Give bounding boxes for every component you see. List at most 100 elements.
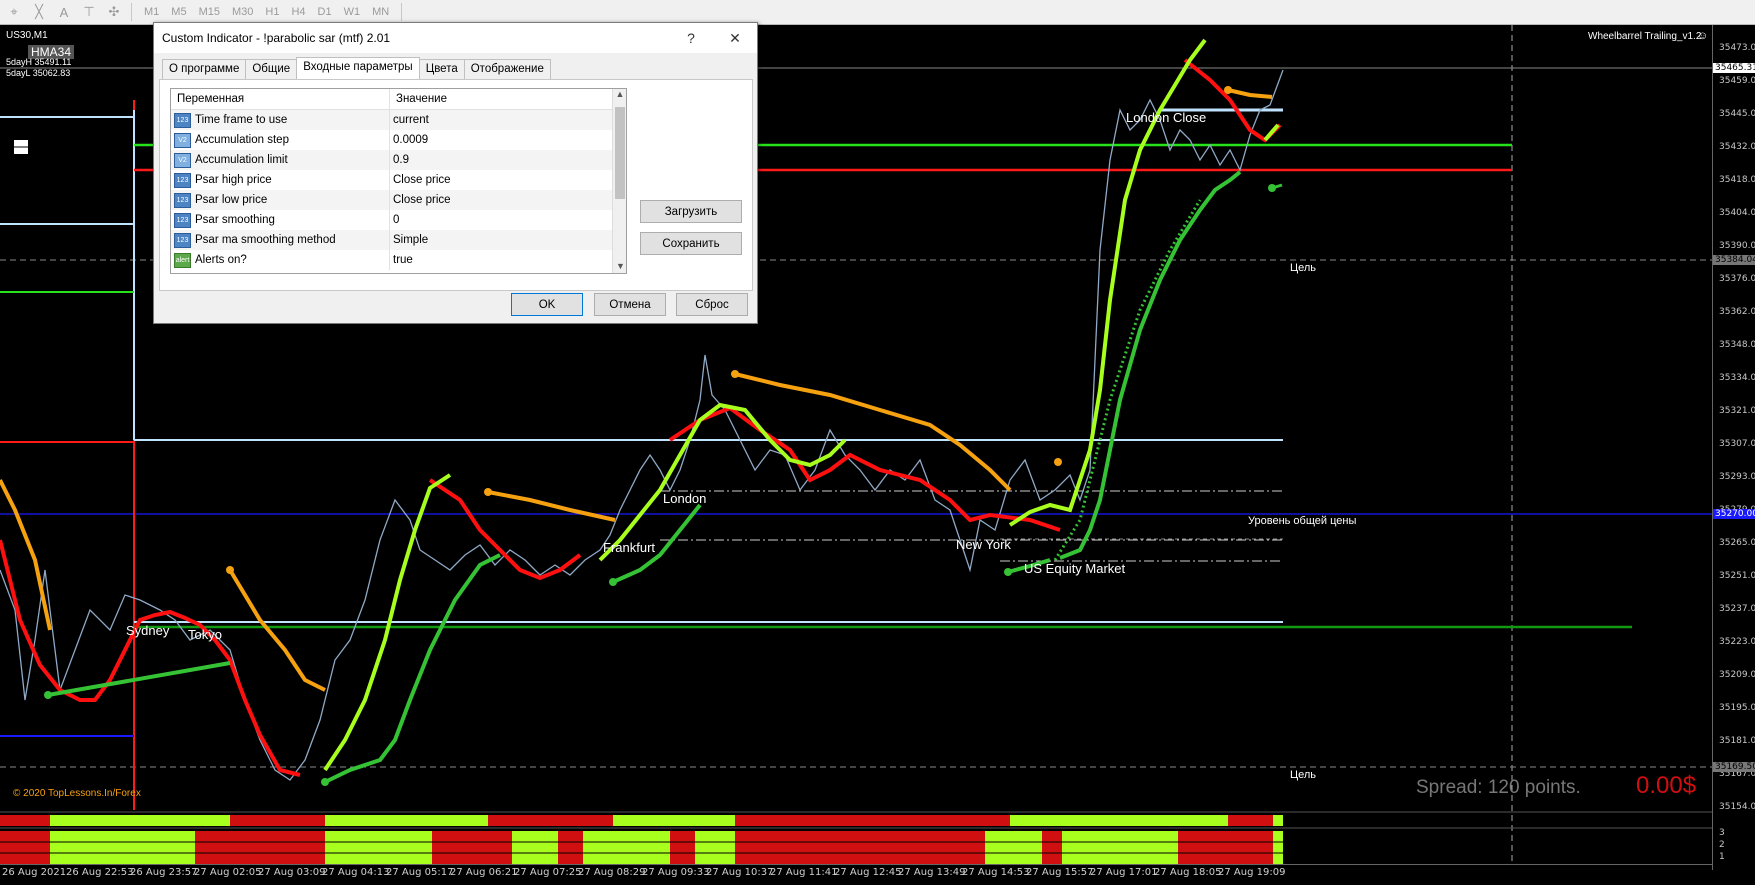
label-icon[interactable]: ⊤	[78, 3, 100, 21]
price-tick: 35418.00	[1719, 175, 1755, 185]
time-tick: 27 Aug 04:13	[322, 867, 390, 878]
time-tick: 27 Aug 03:09	[258, 867, 326, 878]
dialog-titlebar[interactable]: Custom Indicator - !parabolic sar (mtf) …	[154, 23, 757, 53]
price-tick: 35459.00	[1719, 76, 1755, 86]
cursor-icon[interactable]: ⌖	[3, 3, 25, 21]
param-value[interactable]: Close price	[390, 194, 451, 206]
scroll-down-icon[interactable]: ▼	[616, 261, 625, 271]
double-icon: V2	[174, 132, 191, 148]
session-sydney: Sydney	[126, 623, 170, 638]
close-button[interactable]: ✕	[713, 30, 757, 47]
cancel-button[interactable]: Отмена	[594, 293, 666, 316]
table-row[interactable]: V2 Accumulation step 0.0009	[171, 130, 626, 150]
param-name: Accumulation step	[195, 134, 289, 146]
tf-h1[interactable]: H1	[265, 6, 279, 18]
ok-button[interactable]: OK	[511, 293, 583, 316]
param-name: Psar smoothing	[195, 214, 275, 226]
tab-about[interactable]: О программе	[162, 59, 247, 79]
shapes-icon[interactable]: ✣	[103, 3, 125, 21]
session-us-equity: US Equity Market	[1024, 561, 1126, 576]
smiley-icon: ☺	[1697, 30, 1709, 42]
param-value[interactable]: true	[390, 254, 413, 266]
session-new-york: New York	[956, 537, 1011, 552]
tab-visualization[interactable]: Отображение	[463, 59, 551, 79]
time-tick: 27 Aug 17:01	[1090, 867, 1158, 878]
price-tick: 35293.00	[1719, 472, 1755, 482]
tf-m30[interactable]: M30	[232, 6, 253, 18]
price-tick: 35321.00	[1719, 406, 1755, 416]
tf-w1[interactable]: W1	[344, 6, 361, 18]
column-value[interactable]: Значение	[390, 89, 453, 109]
param-name: Psar high price	[195, 174, 272, 186]
time-tick: 27 Aug 09:33	[642, 867, 710, 878]
level-price-tag: 35270.00	[1713, 509, 1755, 519]
tf-mn[interactable]: MN	[372, 6, 389, 18]
reset-button[interactable]: Сброс	[676, 293, 748, 316]
table-row[interactable]: alert Alerts on? true	[171, 250, 626, 270]
time-tick: 26 Aug 2021	[2, 867, 67, 878]
param-value[interactable]: 0.0009	[390, 134, 428, 146]
price-tick: 35195.00	[1719, 703, 1755, 713]
time-tick: 27 Aug 12:45	[834, 867, 902, 878]
subwindow-scale: 1	[1719, 852, 1725, 862]
price-tick: 35445.00	[1719, 109, 1755, 119]
orange-psar-curve	[0, 479, 52, 631]
general-level-label: Уровень общей цены	[1248, 515, 1357, 527]
param-value[interactable]: 0	[390, 214, 399, 226]
session-tokyo: Tokyo	[188, 627, 222, 642]
table-row[interactable]: 123 Psar low price Close price	[171, 190, 626, 210]
table-scrollbar[interactable]: ▲ ▼	[612, 89, 626, 273]
table-body: 123 Time frame to use current V2 Accumulati…	[171, 110, 626, 270]
param-value[interactable]: 0.9	[390, 154, 409, 166]
save-button[interactable]: Сохранить	[640, 232, 742, 255]
tab-common[interactable]: Общие	[245, 59, 298, 79]
separator	[401, 3, 403, 21]
tf-m5[interactable]: M5	[171, 6, 186, 18]
inputs-panel: Переменная Значение 123 Time frame to use…	[159, 79, 753, 291]
spread-label: Spread: 120 points.	[1416, 777, 1581, 798]
tf-m15[interactable]: M15	[199, 6, 220, 18]
scroll-thumb[interactable]	[615, 107, 625, 199]
help-button[interactable]: ?	[669, 30, 713, 46]
session-london-close: London Close	[1126, 110, 1207, 125]
tf-d1[interactable]: D1	[318, 6, 332, 18]
time-tick: 27 Aug 08:29	[578, 867, 646, 878]
integer-icon: 123	[174, 112, 191, 128]
time-tick: 27 Aug 06:21	[450, 867, 518, 878]
time-tick: 27 Aug 05:17	[386, 867, 454, 878]
table-row[interactable]: 123 Psar ma smoothing method Simple	[171, 230, 626, 250]
price-tick: 35376.00	[1719, 274, 1755, 284]
crosshair-icon[interactable]: ╳	[28, 3, 50, 21]
price-tick: 35473.00	[1719, 43, 1755, 53]
table-row[interactable]: 123 Psar high price Close price	[171, 170, 626, 190]
separator	[131, 3, 132, 21]
time-tick: 27 Aug 14:53	[962, 867, 1030, 878]
double-icon: V2	[174, 152, 191, 168]
scroll-up-icon[interactable]: ▲	[613, 89, 626, 99]
param-name: Psar ma smoothing method	[195, 234, 336, 246]
price-tick: 35181.00	[1719, 736, 1755, 746]
green-psar-curve	[47, 661, 231, 697]
column-variable[interactable]: Переменная	[171, 89, 390, 109]
param-name: Time frame to use	[195, 114, 288, 126]
tf-m1[interactable]: M1	[144, 6, 159, 18]
tab-colors[interactable]: Цвета	[418, 59, 465, 79]
table-row[interactable]: V2 Accumulation limit 0.9	[171, 150, 626, 170]
param-name: Accumulation limit	[195, 154, 288, 166]
param-value[interactable]: Close price	[390, 174, 451, 186]
load-button[interactable]: Загрузить	[640, 200, 742, 223]
param-value[interactable]: current	[390, 114, 429, 126]
table-row[interactable]: 123 Time frame to use current	[171, 110, 626, 130]
low-target-price-tag: 35169.50	[1713, 762, 1755, 772]
table-row[interactable]: 123 Psar smoothing 0	[171, 210, 626, 230]
time-tick: 27 Aug 15:57	[1026, 867, 1094, 878]
integer-icon: 123	[174, 192, 191, 208]
target-label-top: Цель	[1290, 262, 1317, 274]
subwindow-scale: 3	[1719, 828, 1725, 838]
time-tick: 27 Aug 18:05	[1154, 867, 1222, 878]
tf-h4[interactable]: H4	[291, 6, 305, 18]
symbol-label: US30,M1	[6, 30, 48, 41]
custom-indicator-dialog: Custom Indicator - !parabolic sar (mtf) …	[153, 22, 758, 324]
text-icon[interactable]: A	[53, 3, 75, 21]
param-value[interactable]: Simple	[390, 234, 428, 246]
